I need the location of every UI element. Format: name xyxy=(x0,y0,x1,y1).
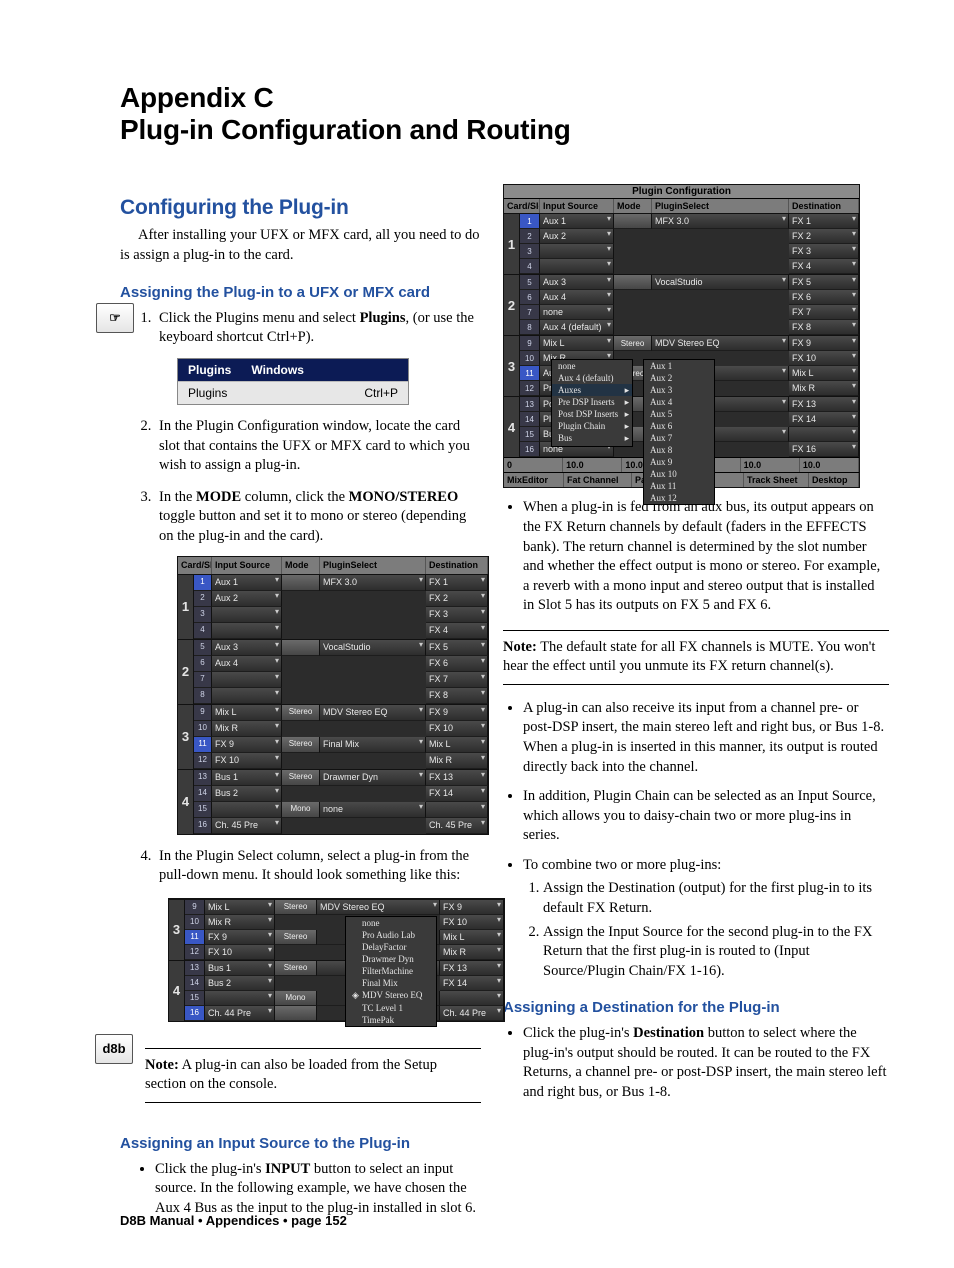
d8b-icon: d8b xyxy=(95,1034,133,1064)
combine-step-2: Assign the Input Source for the second p… xyxy=(543,923,889,982)
plugins-menu-screenshot: Plugins Windows Plugins Ctrl+P xyxy=(177,358,409,405)
plugin-config-grid-a: Card/SlotInput SourceModePluginSelectDes… xyxy=(177,556,489,834)
step-4: In the Plugin Select column, select a pl… xyxy=(155,847,481,886)
left-column: Configuring the Plug-in After installing… xyxy=(95,174,481,1228)
step-2: In the Plugin Configuration window, loca… xyxy=(155,417,481,476)
bullet-prepost: A plug-in can also receive its input fro… xyxy=(523,699,889,777)
aux-submenu[interactable]: Aux 1Aux 2Aux 3Aux 4Aux 5Aux 6Aux 7Aux 8… xyxy=(643,359,715,505)
section-heading: Configuring the Plug-in xyxy=(120,196,481,220)
combine-step-1: Assign the Destination (output) for the … xyxy=(543,879,889,918)
right-column: Plugin Configuration Card/SlotInput Sour… xyxy=(503,174,889,1228)
subheading-destination: Assigning a Destination for the Plug-in xyxy=(503,999,889,1016)
plugin-select-menu[interactable]: nonePro Audio LabDelayFactorDrawmer DynF… xyxy=(345,916,437,1027)
menu-windows[interactable]: Windows xyxy=(241,359,314,381)
bullet-destination: Click the plug-in's Destination button t… xyxy=(523,1024,889,1102)
menu-item-plugins[interactable]: Plugins Ctrl+P xyxy=(178,381,408,404)
hand-icon: ☞ xyxy=(96,303,134,333)
plugin-config-grid-b: 39Mix LStereoMDV Stereo EQFX 910Mix RFX … xyxy=(168,898,505,1022)
page-title: Appendix C Plug-in Configuration and Rou… xyxy=(120,82,889,146)
assign-steps: Click the Plugins menu and select Plugin… xyxy=(155,309,481,886)
note-setup: Note: A plug-in can also be loaded from … xyxy=(145,1048,481,1103)
subheading-input-source: Assigning an Input Source to the Plug-in xyxy=(120,1135,481,1152)
subheading-assign-card: Assigning the Plug-in to a UFX or MFX ca… xyxy=(120,284,481,301)
bullet-input: Click the plug-in's INPUT button to sele… xyxy=(155,1160,481,1219)
menu-plugins[interactable]: Plugins xyxy=(178,359,241,381)
bullet-aux-output: When a plug-in is fed from an aux bus, i… xyxy=(523,498,889,615)
page-footer: D8B Manual • Appendices • page 152 xyxy=(120,1213,347,1228)
input-source-menu[interactable]: noneAux 4 (default)AuxesPre DSP InsertsP… xyxy=(551,359,633,447)
note-mute: Note: The default state for all FX chann… xyxy=(503,630,889,685)
step-1: Click the Plugins menu and select Plugin… xyxy=(155,309,481,406)
step-3: In the MODE column, click the MONO/STERE… xyxy=(155,488,481,835)
bullet-chain: In addition, Plugin Chain can be selecte… xyxy=(523,787,889,846)
intro-text: After installing your UFX or MFX card, a… xyxy=(120,226,481,265)
bullet-combine: To combine two or more plug-ins: Assign … xyxy=(523,856,889,981)
